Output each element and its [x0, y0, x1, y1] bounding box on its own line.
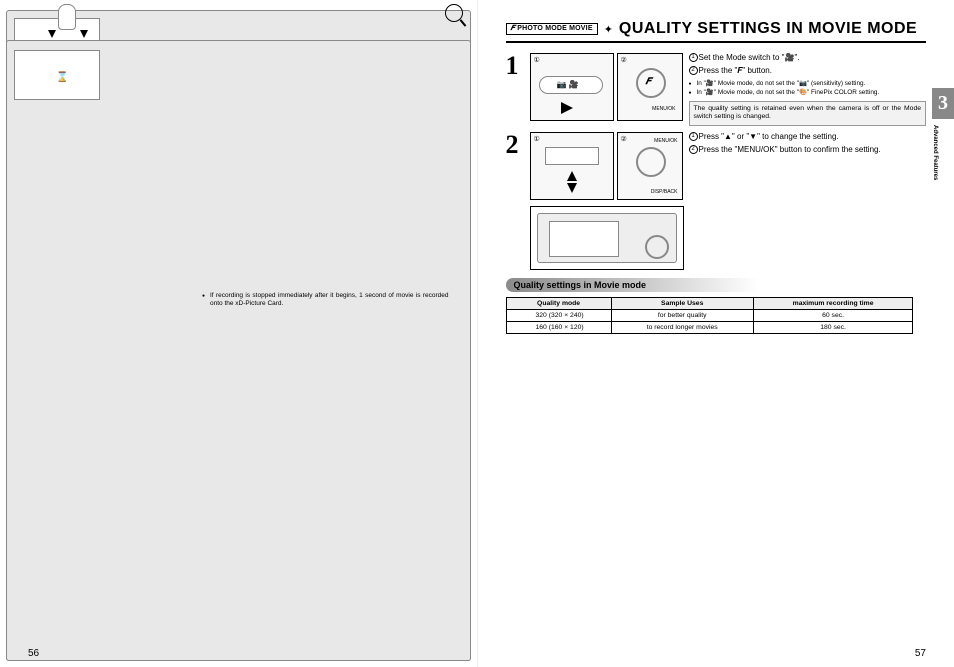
step-6: 6 ⌛ Press the shutter button during reco… [28, 230, 449, 350]
step-6-notes: If recording is stopped immediately afte… [202, 292, 449, 308]
hourglass-icon: ⌛ [56, 72, 68, 83]
page-56: MOVIE MODE 🎥 RECORDING MOVIES 4 Press th… [0, 0, 478, 667]
right-header: 𝑭 PHOTO MODE MOVIE ✦ QUALITY SETTINGS IN… [506, 20, 927, 43]
step-number: 1 [506, 53, 524, 126]
page-57: 𝑭 PHOTO MODE MOVIE ✦ QUALITY SETTINGS IN… [478, 0, 954, 667]
step-6-figure: ⌛ [56, 230, 194, 350]
step1-instructions: Set the Mode switch to "🎥". Press the "𝑭… [689, 53, 927, 77]
chapter-number: 3 [932, 88, 954, 119]
quality-icon: ✦ [604, 23, 613, 36]
quality-menu-figure [530, 206, 684, 270]
page-number: 56 [28, 648, 39, 659]
mode-tag: 𝑭 PHOTO MODE MOVIE [506, 23, 598, 35]
step2-figure-b: ② MENU/OK DISP/BACK [617, 132, 683, 200]
table-row: 160 (160 × 120)to record longer movies18… [506, 322, 913, 334]
step-number: 2 [506, 132, 524, 200]
step2-figure-a: ① [530, 132, 614, 200]
step1-notes: In "🎥" Movie mode, do not set the "📷" (s… [689, 80, 927, 97]
quality-table: Quality mode Sample Uses maximum recordi… [506, 297, 914, 334]
right-step-2: 2 ① ② MENU/OK DISP/BACK Press "▲" or "▼" [506, 132, 927, 200]
right-subhead: Quality settings in Movie mode [506, 278, 927, 292]
camera-icon: 📷 🎥 [557, 80, 579, 89]
chapter-tab: 3 Advanced Features [932, 88, 954, 186]
step2-instructions: Press "▲" or "▼" to change the setting. … [689, 132, 927, 156]
page-number: 57 [915, 648, 926, 659]
chapter-label: Advanced Features [932, 119, 938, 186]
step1-callout: The quality setting is retained even whe… [689, 101, 927, 127]
table-row: 320 (320 × 240)for better quality60 sec. [506, 310, 913, 322]
right-title: QUALITY SETTINGS IN MOVIE MODE [619, 20, 917, 38]
step1-figure-a: ① 📷 🎥 [530, 53, 614, 121]
right-step-1: 1 ① 📷 🎥 ② 𝑭 MENU/OK Set the Mode switc [506, 53, 927, 126]
step1-figure-b: ② 𝑭 MENU/OK [617, 53, 683, 121]
